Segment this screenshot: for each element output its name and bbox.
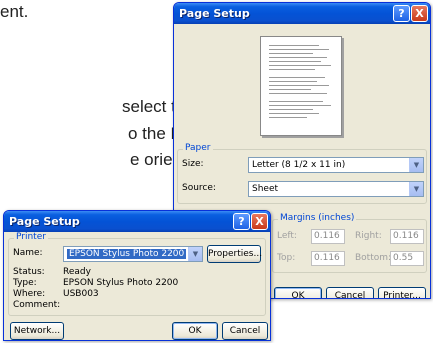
help-button[interactable]: ? xyxy=(233,213,250,230)
ok-button[interactable]: OK xyxy=(274,287,322,298)
source-label: Source: xyxy=(182,183,216,193)
preview-text-line xyxy=(269,49,329,50)
preview-text-line xyxy=(269,93,327,94)
source-select[interactable]: Sheet ▼ xyxy=(248,181,424,197)
left-margin-input[interactable]: 0.116 xyxy=(311,229,345,244)
printer-name-select[interactable]: EPSON Stylus Photo 2200 ▼ xyxy=(63,246,203,262)
close-button[interactable]: X xyxy=(251,213,268,230)
where-value: USB003 xyxy=(63,289,99,299)
preview-text-line xyxy=(269,113,319,114)
page-setup-title: Page Setup xyxy=(179,7,250,20)
where-label: Where: xyxy=(13,289,46,299)
printer-name-value: EPSON Stylus Photo 2200 xyxy=(67,249,187,259)
top-margin-label: Top: xyxy=(277,253,296,263)
preview-text-line xyxy=(269,89,311,90)
status-value: Ready xyxy=(63,267,91,277)
printer-group-label: Printer xyxy=(14,232,48,242)
printer-group: Printer Name: EPSON Stylus Photo 2200 ▼ … xyxy=(8,232,266,316)
printer-overlay: Page Setup ? X Printer Name: EPSON Stylu… xyxy=(3,210,271,341)
printer-titlebar[interactable]: Page Setup ? X xyxy=(4,211,270,232)
cancel-button[interactable]: Cancel xyxy=(222,322,268,340)
preview-text-line xyxy=(269,109,313,110)
preview-text-line xyxy=(269,81,317,82)
ok-button[interactable]: OK xyxy=(172,322,218,340)
paper-group-label: Paper xyxy=(183,143,213,153)
preview-text-line xyxy=(269,45,319,46)
paper-group: Paper Size: Letter (8 1/2 x 11 in) ▼ Sou… xyxy=(177,143,427,204)
preview-text-line xyxy=(269,105,331,106)
properties-button[interactable]: Properties... xyxy=(207,245,262,263)
preview-text-line xyxy=(269,57,327,58)
preview-text-line xyxy=(269,77,325,78)
network-button[interactable]: Network... xyxy=(10,322,64,340)
preview-text-line xyxy=(269,69,315,70)
chevron-down-icon[interactable]: ▼ xyxy=(188,247,202,261)
chevron-down-icon[interactable]: ▼ xyxy=(409,158,423,172)
printer-name-label: Name: xyxy=(13,248,43,258)
right-margin-label: Right: xyxy=(355,231,382,241)
size-label: Size: xyxy=(182,159,204,169)
size-select[interactable]: Letter (8 1/2 x 11 in) ▼ xyxy=(248,157,424,173)
type-label: Type: xyxy=(13,278,37,288)
margins-group-label: Margins (inches) xyxy=(278,213,357,223)
printer-button[interactable]: Printer... xyxy=(378,287,426,298)
source-value: Sheet xyxy=(252,184,279,194)
type-value: EPSON Stylus Photo 2200 xyxy=(63,278,179,288)
page-preview xyxy=(260,36,342,136)
size-value: Letter (8 1/2 x 11 in) xyxy=(252,160,346,170)
printer-dialog-title: Page Setup xyxy=(9,215,80,228)
margins-group: Margins (inches) Left: 0.116 Right: 0.11… xyxy=(272,213,427,273)
preview-text-line xyxy=(269,53,313,54)
help-button[interactable]: ? xyxy=(393,5,410,22)
chevron-down-icon[interactable]: ▼ xyxy=(409,182,423,196)
close-button[interactable]: X xyxy=(411,5,428,22)
right-margin-input[interactable]: 0.116 xyxy=(390,229,424,244)
cancel-button[interactable]: Cancel xyxy=(326,287,374,298)
preview-text-line xyxy=(269,85,329,86)
preview-text-line xyxy=(269,65,331,66)
preview-text-line xyxy=(269,61,321,62)
page-setup-titlebar[interactable]: Page Setup ? X xyxy=(174,3,430,24)
preview-text-line xyxy=(269,101,323,102)
left-margin-label: Left: xyxy=(277,231,297,241)
bottom-margin-label: Bottom: xyxy=(355,253,392,263)
comment-label: Comment: xyxy=(13,300,61,310)
top-margin-input[interactable]: 0.116 xyxy=(311,251,345,266)
status-label: Status: xyxy=(13,267,45,277)
doc-text-line-1: ent. xyxy=(0,2,29,21)
preview-text-line xyxy=(269,117,307,118)
bottom-margin-input[interactable]: 0.55 xyxy=(390,251,424,266)
